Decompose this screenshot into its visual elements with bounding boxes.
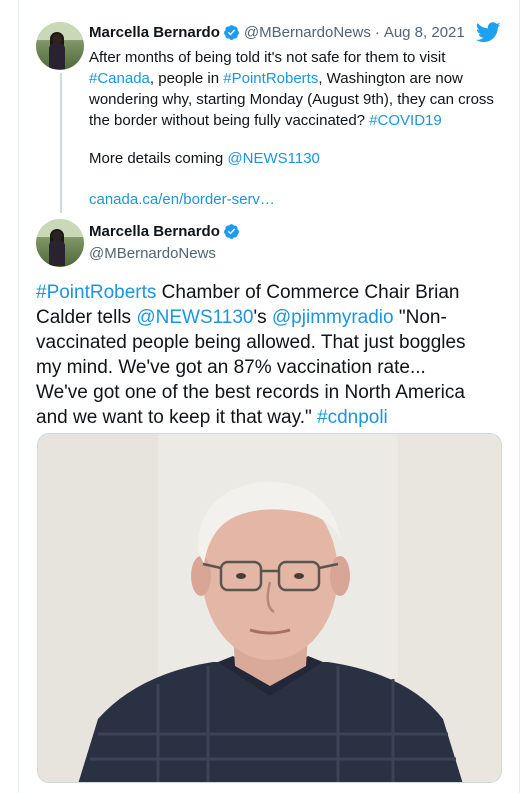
details-prefix: More details coming <box>89 150 228 167</box>
main-tweet-text: #PointRoberts Chamber of Commerce Chair … <box>36 280 506 430</box>
text-span: 's <box>253 307 272 328</box>
details-line: More details coming @NEWS1130 <box>89 148 320 169</box>
text-line: and we want to keep it that way." #cdnpo… <box>36 405 506 430</box>
mention-link[interactable]: @NEWS1130 <box>136 307 253 328</box>
url-link[interactable]: canada.ca/en/border-serv… <box>89 191 275 208</box>
author-name[interactable]: Marcella Bernardo <box>89 24 220 41</box>
text-line: #Canada, people in #PointRoberts, Washin… <box>89 68 509 89</box>
tweet-date[interactable]: Aug 8, 2021 <box>384 24 465 41</box>
hashtag-link[interactable]: #Canada <box>89 70 150 87</box>
hashtag-link[interactable]: #PointRoberts <box>36 282 156 303</box>
text-span: "Non- <box>393 307 447 328</box>
text-span: the border without being fully vaccinate… <box>89 112 370 129</box>
verified-badge-icon <box>223 224 239 239</box>
url-line: canada.ca/en/border-serv… <box>89 189 275 210</box>
text-span: wondering why, starting Monday (August 9… <box>89 91 494 108</box>
twitter-bird-icon[interactable] <box>476 22 501 43</box>
quoted-tweet-header: Marcella Bernardo @MBernardoNews · Aug 8… <box>89 24 465 41</box>
author-handle[interactable]: @MBernardoNews <box>244 24 371 41</box>
hashtag-link[interactable]: #PointRoberts <box>223 70 318 87</box>
text-line: Calder tells @NEWS1130's @pjimmyradio "N… <box>36 305 506 330</box>
avatar-body <box>49 43 65 69</box>
text-span: Chamber of Commerce Chair Brian <box>156 282 460 303</box>
thread-connector-line <box>60 73 62 213</box>
text-span: , Washington are now <box>318 70 463 87</box>
verified-badge-icon <box>223 25 239 40</box>
tweet-photo[interactable] <box>37 433 502 783</box>
text-line: #PointRoberts Chamber of Commerce Chair … <box>36 280 506 305</box>
avatar[interactable] <box>36 22 84 70</box>
text-line: the border without being fully vaccinate… <box>89 110 509 131</box>
main-tweet-author-name-row: Marcella Bernardo <box>89 223 240 240</box>
text-span: and we want to keep it that way." <box>36 407 317 428</box>
quoted-tweet-text: After months of being told it's not safe… <box>89 47 509 131</box>
hashtag-link[interactable]: #COVID19 <box>369 112 442 129</box>
author-handle[interactable]: @MBernardoNews <box>89 245 216 262</box>
text-span: my mind. We've got an 87% vaccination ra… <box>36 357 426 378</box>
hashtag-link[interactable]: #cdnpoli <box>317 407 388 428</box>
text-line: my mind. We've got an 87% vaccination ra… <box>36 355 506 380</box>
text-span: vaccinated people being allowed. That ju… <box>36 332 466 353</box>
avatar[interactable] <box>36 219 84 267</box>
mention-link[interactable]: @NEWS1130 <box>227 150 319 167</box>
text-line: We've got one of the best records in Nor… <box>36 380 506 405</box>
text-span: We've got one of the best records in Nor… <box>36 382 465 403</box>
text-line: wondering why, starting Monday (August 9… <box>89 89 509 110</box>
text-span: After months of being told it's not safe… <box>89 49 446 66</box>
author-name[interactable]: Marcella Bernardo <box>89 223 220 240</box>
text-span: Calder tells <box>36 307 137 328</box>
avatar-body <box>49 240 65 266</box>
text-span: , people in <box>149 70 224 87</box>
text-line: After months of being told it's not safe… <box>89 47 509 68</box>
main-tweet-handle-row: @MBernardoNews <box>89 245 216 262</box>
text-line: vaccinated people being allowed. That ju… <box>36 330 506 355</box>
mention-link[interactable]: @pjimmyradio <box>272 307 394 328</box>
meta-separator: · <box>374 24 380 41</box>
portrait-illustration <box>38 434 501 782</box>
